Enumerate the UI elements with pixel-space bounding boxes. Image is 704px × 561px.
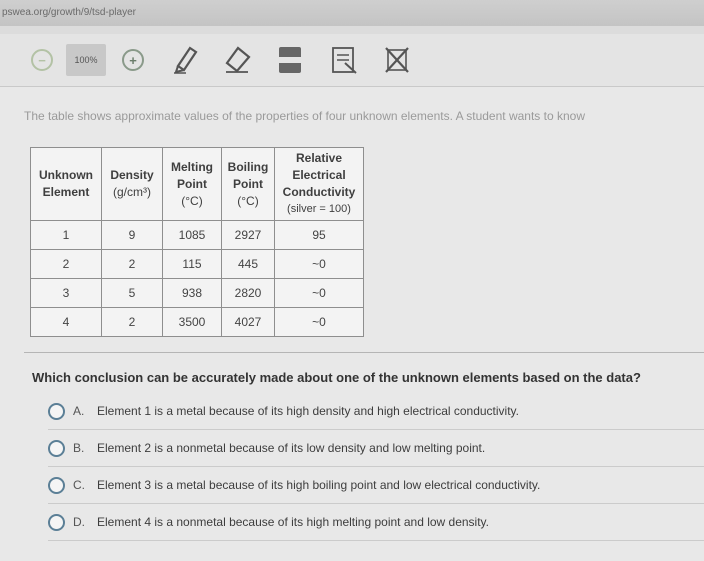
cell-density: 5 — [101, 278, 163, 308]
element-properties-table: Unknown Element Density (g/cm³) Melting Poi… — [30, 147, 364, 337]
cell-melting: 938 — [162, 278, 222, 308]
cell-melting: 115 — [162, 249, 222, 279]
option-letter: D. — [73, 515, 85, 529]
answer-option-c[interactable]: C. Element 3 is a metal because of its h… — [48, 467, 704, 504]
answer-option-d[interactable]: D. Element 4 is a nonmetal because of it… — [48, 504, 704, 541]
flag-button[interactable] — [328, 44, 360, 76]
table-row: 1 9 1085 2927 95 — [30, 220, 364, 250]
option-text: Element 1 is a metal because of its high… — [97, 404, 520, 418]
cell-element: 3 — [30, 278, 102, 308]
cell-density: 2 — [101, 249, 163, 279]
cell-density: 2 — [101, 307, 163, 337]
question-area: The table shows approximate values of th… — [0, 87, 704, 561]
zoom-level: 100% — [66, 44, 106, 76]
pencil-icon — [174, 46, 198, 74]
cell-melting: 1085 — [162, 220, 222, 250]
flag-icon — [332, 47, 357, 74]
answer-option-b[interactable]: B. Element 2 is a nonmetal because of it… — [48, 430, 704, 467]
header-melting-point: Melting Point (°C) — [162, 147, 222, 221]
cell-boiling: 2927 — [221, 220, 275, 250]
radio-button[interactable] — [48, 476, 65, 494]
cell-conductivity: 95 — [274, 220, 364, 250]
divider — [24, 352, 704, 353]
header-conductivity: Relative Electrical Conductivity (silver = … — [274, 147, 364, 221]
header-boiling-point: Boiling Point (°C) — [221, 147, 275, 221]
cell-element: 1 — [30, 220, 102, 250]
zoom-in-button[interactable]: + — [120, 44, 146, 76]
zoom-out-button[interactable]: − — [30, 44, 54, 76]
table-row: 3 5 938 2820 ~0 — [30, 278, 364, 308]
radio-button[interactable] — [48, 402, 65, 420]
eraser-icon — [225, 46, 251, 73]
tool-bar: − 100% + — [0, 34, 704, 87]
cell-element: 4 — [30, 307, 102, 337]
cell-boiling: 445 — [221, 249, 275, 279]
option-text: Element 2 is a nonmetal because of its l… — [97, 441, 486, 455]
table-row: 4 2 3500 4027 ~0 — [30, 307, 364, 337]
cell-density: 9 — [101, 220, 163, 250]
pencil-button[interactable] — [170, 44, 204, 76]
answer-eliminator-button[interactable] — [382, 44, 412, 76]
zoom-out-icon: − — [31, 49, 53, 71]
option-letter: A. — [73, 404, 85, 418]
cell-conductivity: ~0 — [274, 278, 364, 308]
cell-melting: 3500 — [162, 307, 222, 337]
cell-boiling: 4027 — [221, 307, 275, 337]
zoom-in-icon: + — [122, 49, 144, 71]
cell-conductivity: ~0 — [274, 307, 364, 337]
eraser-button[interactable] — [220, 44, 256, 76]
eliminate-icon — [385, 47, 409, 73]
table-row: 2 2 115 445 ~0 — [30, 249, 364, 279]
radio-button[interactable] — [48, 513, 65, 531]
line-reader-icon — [279, 47, 301, 73]
passage-intro: The table shows approximate values of th… — [24, 109, 585, 123]
option-letter: B. — [73, 441, 85, 455]
line-reader-button[interactable] — [276, 44, 304, 76]
cell-element: 2 — [30, 249, 102, 279]
cell-conductivity: ~0 — [274, 249, 364, 279]
option-text: Element 3 is a metal because of its high… — [97, 478, 541, 492]
header-density: Density (g/cm³) — [101, 147, 163, 221]
address-bar[interactable]: pswea.org/growth/9/tsd-player — [0, 0, 704, 26]
answer-option-a[interactable]: A. Element 1 is a metal because of its h… — [48, 393, 704, 430]
radio-button[interactable] — [48, 439, 65, 457]
header-unknown-element: Unknown Element — [30, 147, 102, 221]
option-text: Element 4 is a nonmetal because of its h… — [97, 515, 490, 529]
cell-boiling: 2820 — [221, 278, 275, 308]
question-text: Which conclusion can be accurately made … — [32, 370, 641, 385]
option-letter: C. — [73, 478, 85, 492]
